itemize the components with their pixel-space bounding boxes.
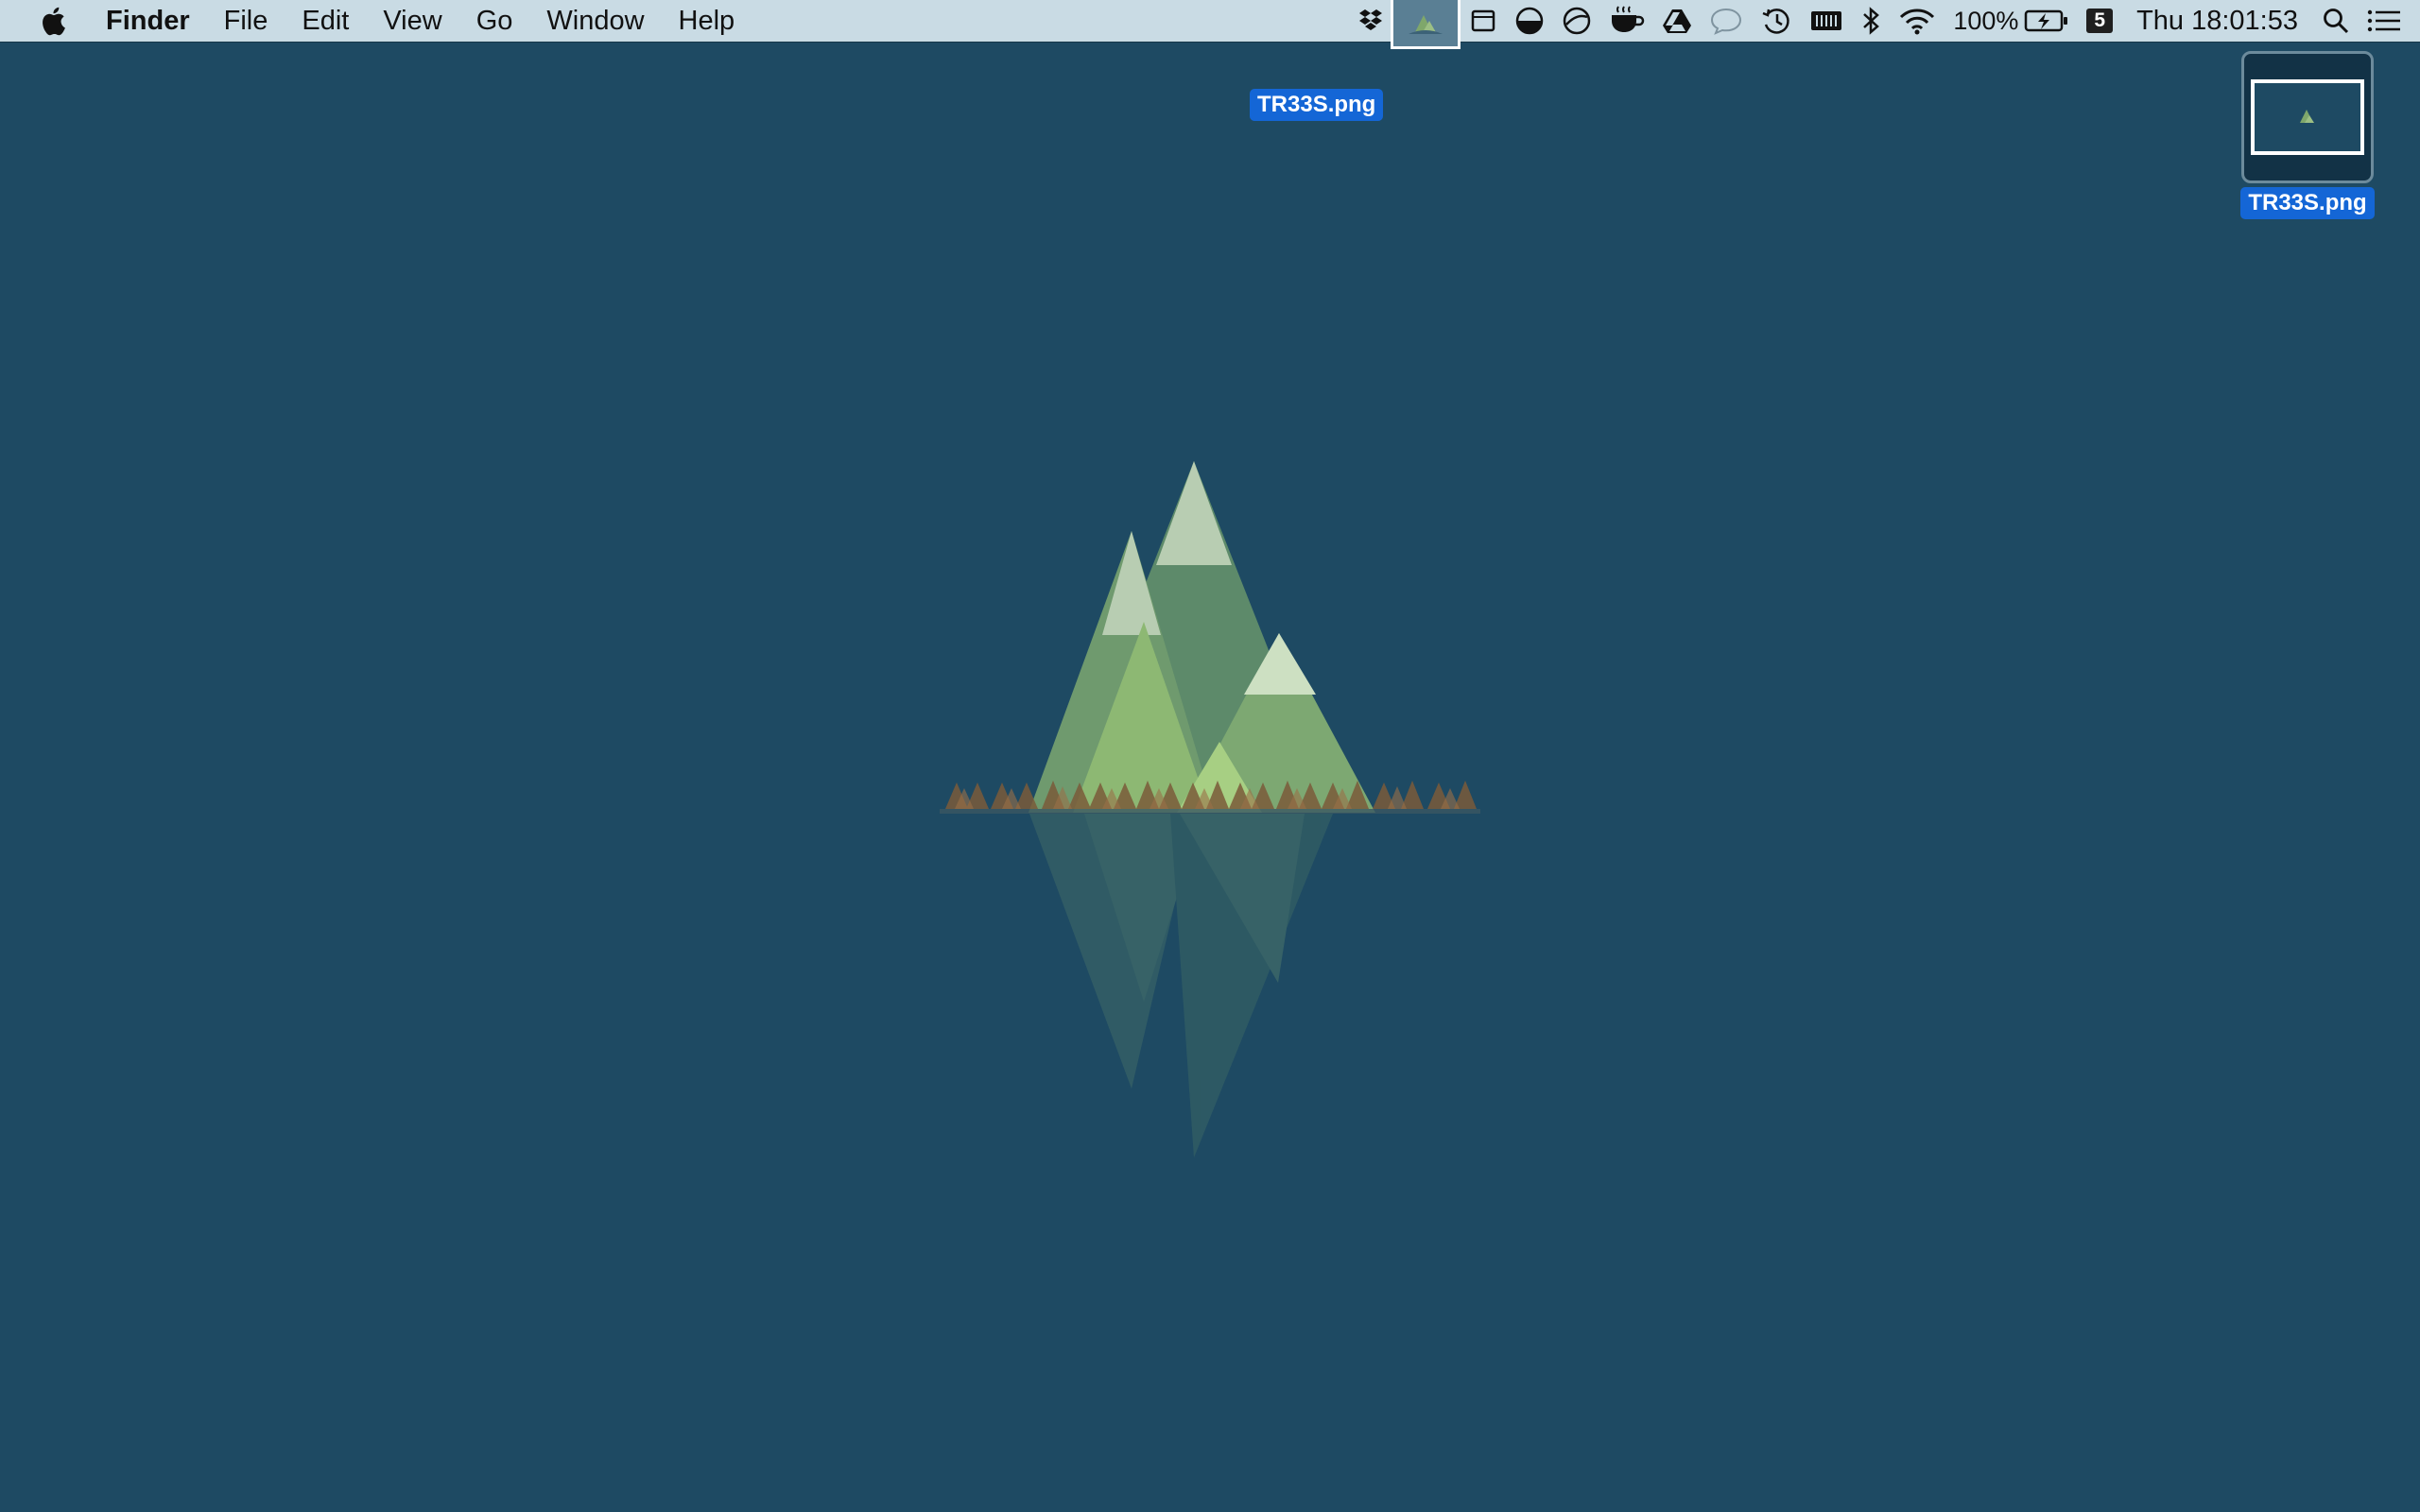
- wifi-icon: [1900, 9, 1935, 35]
- search-icon: [2324, 9, 2349, 34]
- google-drive-status-item[interactable]: [1653, 0, 1701, 42]
- mountain-reflection: [1029, 814, 1333, 1158]
- capture-frame-icon: [1472, 9, 1495, 32]
- wifi-status-item[interactable]: [1890, 0, 1945, 42]
- menu-app-finder[interactable]: Finder: [106, 0, 207, 42]
- google-drive-icon: [1663, 9, 1692, 33]
- menu-bar: Finder File Edit View Go Window Help 100…: [0, 0, 2420, 49]
- battery-status-item[interactable]: 100%: [1945, 0, 2078, 42]
- menu-edit[interactable]: Edit: [285, 0, 366, 42]
- half-filled-circle-icon: [1516, 7, 1544, 35]
- speech-bubble-icon: [1711, 8, 1742, 35]
- mountain-thumbnail-icon: [1409, 14, 1443, 34]
- circle-slash-icon: [1564, 7, 1591, 35]
- dropbox-icon: [1359, 9, 1383, 30]
- memory-chip-icon: [1811, 11, 1842, 30]
- mountain-thumbnail-icon: [2300, 110, 2314, 123]
- dropbox-status-item[interactable]: [1351, 0, 1391, 42]
- desktop-file-label: TR33S.png: [2240, 187, 2375, 219]
- list-icon: [2367, 9, 2400, 32]
- notifications-badge-item[interactable]: 5: [2078, 0, 2121, 42]
- time-machine-icon: [1762, 9, 1789, 34]
- image-app-status-item[interactable]: [1391, 0, 1461, 49]
- memory-status-item[interactable]: [1801, 0, 1852, 42]
- mountain-wallpaper-illustration: [940, 461, 1480, 1158]
- bluetooth-status-item[interactable]: [1852, 0, 1890, 42]
- battery-charging-icon: [2025, 9, 2068, 32]
- messages-status-item[interactable]: [1701, 0, 1752, 42]
- menubar-clock[interactable]: Thu 18:01:53: [2121, 6, 2313, 37]
- screen-capture-status-item[interactable]: [1461, 0, 1506, 42]
- mountains: [1028, 461, 1375, 813]
- menu-view[interactable]: View: [366, 0, 458, 42]
- menu-go[interactable]: Go: [459, 0, 530, 42]
- battery-percentage: 100%: [1953, 6, 2019, 35]
- coffee-cup-icon: [1612, 6, 1645, 32]
- apple-menu-button[interactable]: [0, 0, 106, 42]
- desktop-file-icon[interactable]: TR33S.png: [2237, 51, 2378, 219]
- menu-help[interactable]: Help: [662, 0, 752, 42]
- half-circle-status-item[interactable]: [1506, 0, 1553, 42]
- menu-file[interactable]: File: [207, 0, 285, 42]
- file-thumbnail: [2251, 79, 2364, 155]
- notification-center-button[interactable]: [2359, 0, 2420, 42]
- menu-window[interactable]: Window: [529, 0, 661, 42]
- notification-count-badge: 5: [2086, 9, 2114, 33]
- bluetooth-icon: [1863, 7, 1880, 35]
- sync-status-item[interactable]: [1553, 0, 1600, 42]
- file-thumbnail-frame[interactable]: [2241, 51, 2374, 183]
- caffeine-status-item[interactable]: [1600, 0, 1653, 42]
- time-machine-status-item[interactable]: [1752, 0, 1801, 42]
- dragged-file-label: TR33S.png: [1250, 89, 1384, 121]
- apple-logo-icon: [43, 7, 65, 36]
- shoreline: [940, 809, 1480, 814]
- spotlight-button[interactable]: [2313, 0, 2359, 42]
